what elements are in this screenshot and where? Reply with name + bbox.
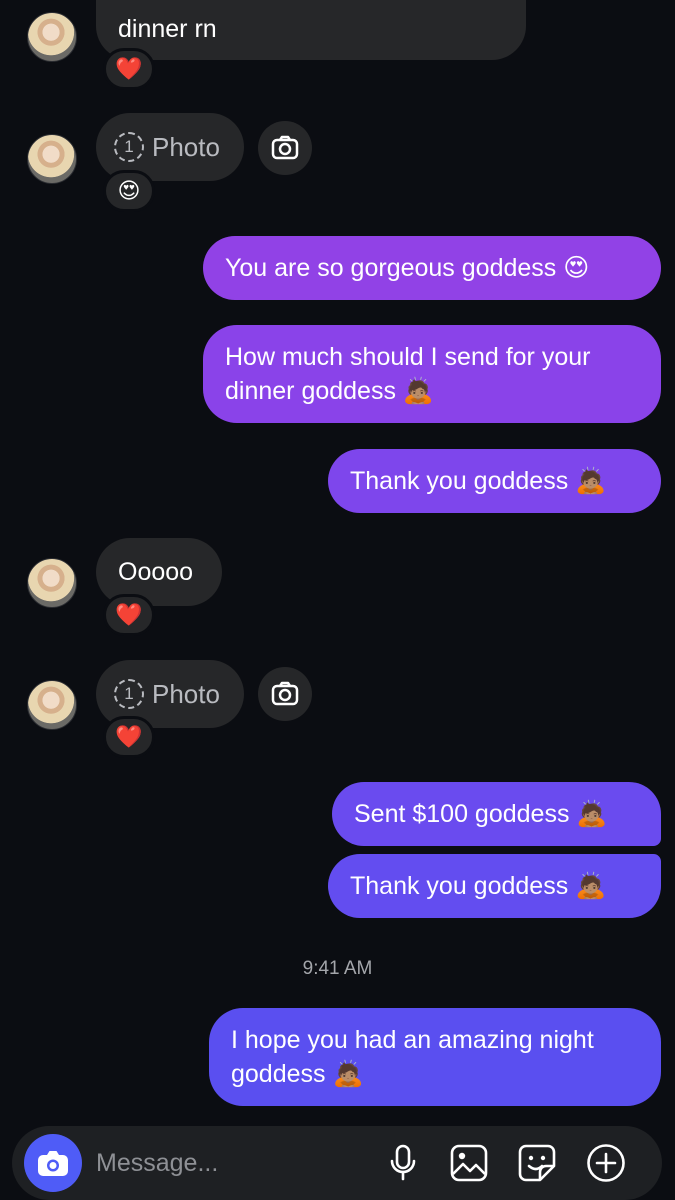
message-text: Thank you goddess 🙇🏽 — [350, 467, 607, 495]
gallery-button[interactable] — [448, 1142, 490, 1184]
microphone-icon — [390, 1144, 416, 1181]
avatar[interactable] — [27, 134, 77, 184]
message-text: Sent $100 goddess 🙇🏽 — [354, 800, 608, 828]
view-once-icon: 1 — [114, 132, 144, 162]
message-bubble-outgoing[interactable]: Thank you goddess 🙇🏽 — [328, 854, 661, 918]
sticker-button[interactable] — [516, 1142, 558, 1184]
message-bubble-outgoing[interactable]: Sent $100 goddess 🙇🏽 — [332, 782, 661, 846]
photo-label: Photo — [152, 678, 220, 709]
message-composer — [12, 1126, 662, 1200]
sticker-icon — [518, 1144, 556, 1182]
voice-message-button[interactable] — [382, 1142, 424, 1184]
heart-reaction-icon: ❤️ — [115, 724, 143, 750]
reaction-badge[interactable]: ❤️ — [103, 594, 155, 636]
gallery-icon — [450, 1144, 488, 1182]
heart-reaction-icon: ❤️ — [115, 56, 143, 82]
camera-icon — [38, 1151, 68, 1176]
avatar[interactable] — [27, 680, 77, 730]
plus-icon — [587, 1144, 625, 1182]
message-bubble-incoming[interactable]: dinner rn — [96, 0, 526, 60]
camera-icon — [271, 681, 299, 706]
reply-camera-button[interactable] — [258, 121, 312, 175]
more-options-button[interactable] — [585, 1142, 627, 1184]
camera-button[interactable] — [24, 1134, 82, 1192]
message-text: Ooooo — [118, 558, 194, 586]
view-once-icon: 1 — [114, 679, 144, 709]
reaction-badge[interactable]: ❤️ — [103, 716, 155, 758]
message-bubble-outgoing[interactable]: You are so gorgeous goddess 😍 — [203, 236, 661, 300]
message-bubble-outgoing[interactable]: Thank you goddess 🙇🏽 — [328, 449, 661, 513]
reaction-badge[interactable]: 😍 — [103, 170, 155, 212]
photo-label: Photo — [152, 131, 220, 162]
message-text: How much should I send for your dinner g… — [225, 343, 591, 405]
message-text: I hope you had an amazing night goddess … — [231, 1026, 594, 1088]
reply-camera-button[interactable] — [258, 667, 312, 721]
message-text: Thank you goddess 🙇🏽 — [350, 872, 607, 900]
message-text: dinner rn — [118, 15, 217, 43]
camera-icon — [271, 135, 299, 160]
heart-reaction-icon: ❤️ — [115, 602, 143, 628]
avatar[interactable] — [27, 12, 77, 62]
message-timestamp: 9:41 AM — [302, 958, 373, 979]
avatar[interactable] — [27, 558, 77, 608]
reaction-badge[interactable]: ❤️ — [103, 48, 155, 90]
message-input[interactable] — [96, 1146, 346, 1180]
heart-eyes-reaction-icon: 😍 — [117, 178, 141, 204]
message-bubble-outgoing[interactable]: How much should I send for your dinner g… — [203, 325, 661, 423]
message-bubble-outgoing[interactable]: I hope you had an amazing night goddess … — [209, 1008, 661, 1106]
message-text: You are so gorgeous goddess 😍 — [225, 254, 590, 282]
